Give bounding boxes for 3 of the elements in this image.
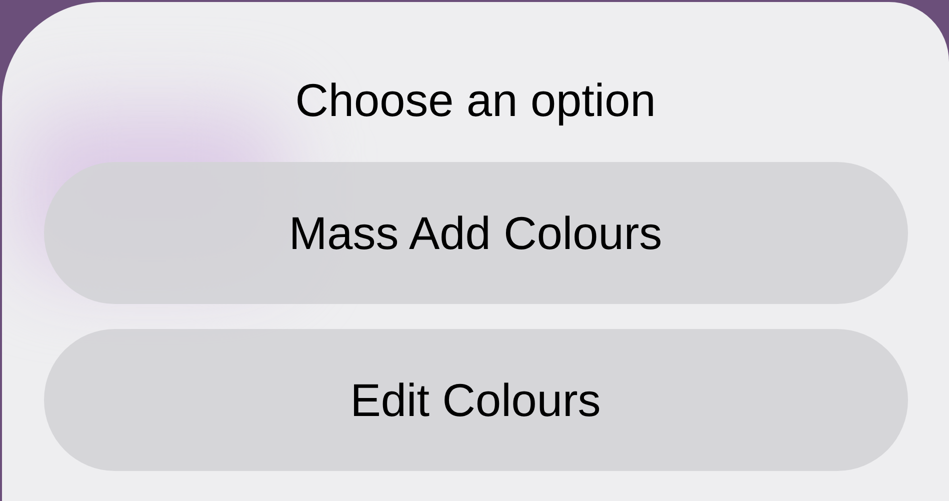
option-button[interactable]: Edit Colours [44,329,908,471]
option-button[interactable]: Mass Add Colours [44,162,908,304]
sheet-title: Choose an option [295,73,656,128]
